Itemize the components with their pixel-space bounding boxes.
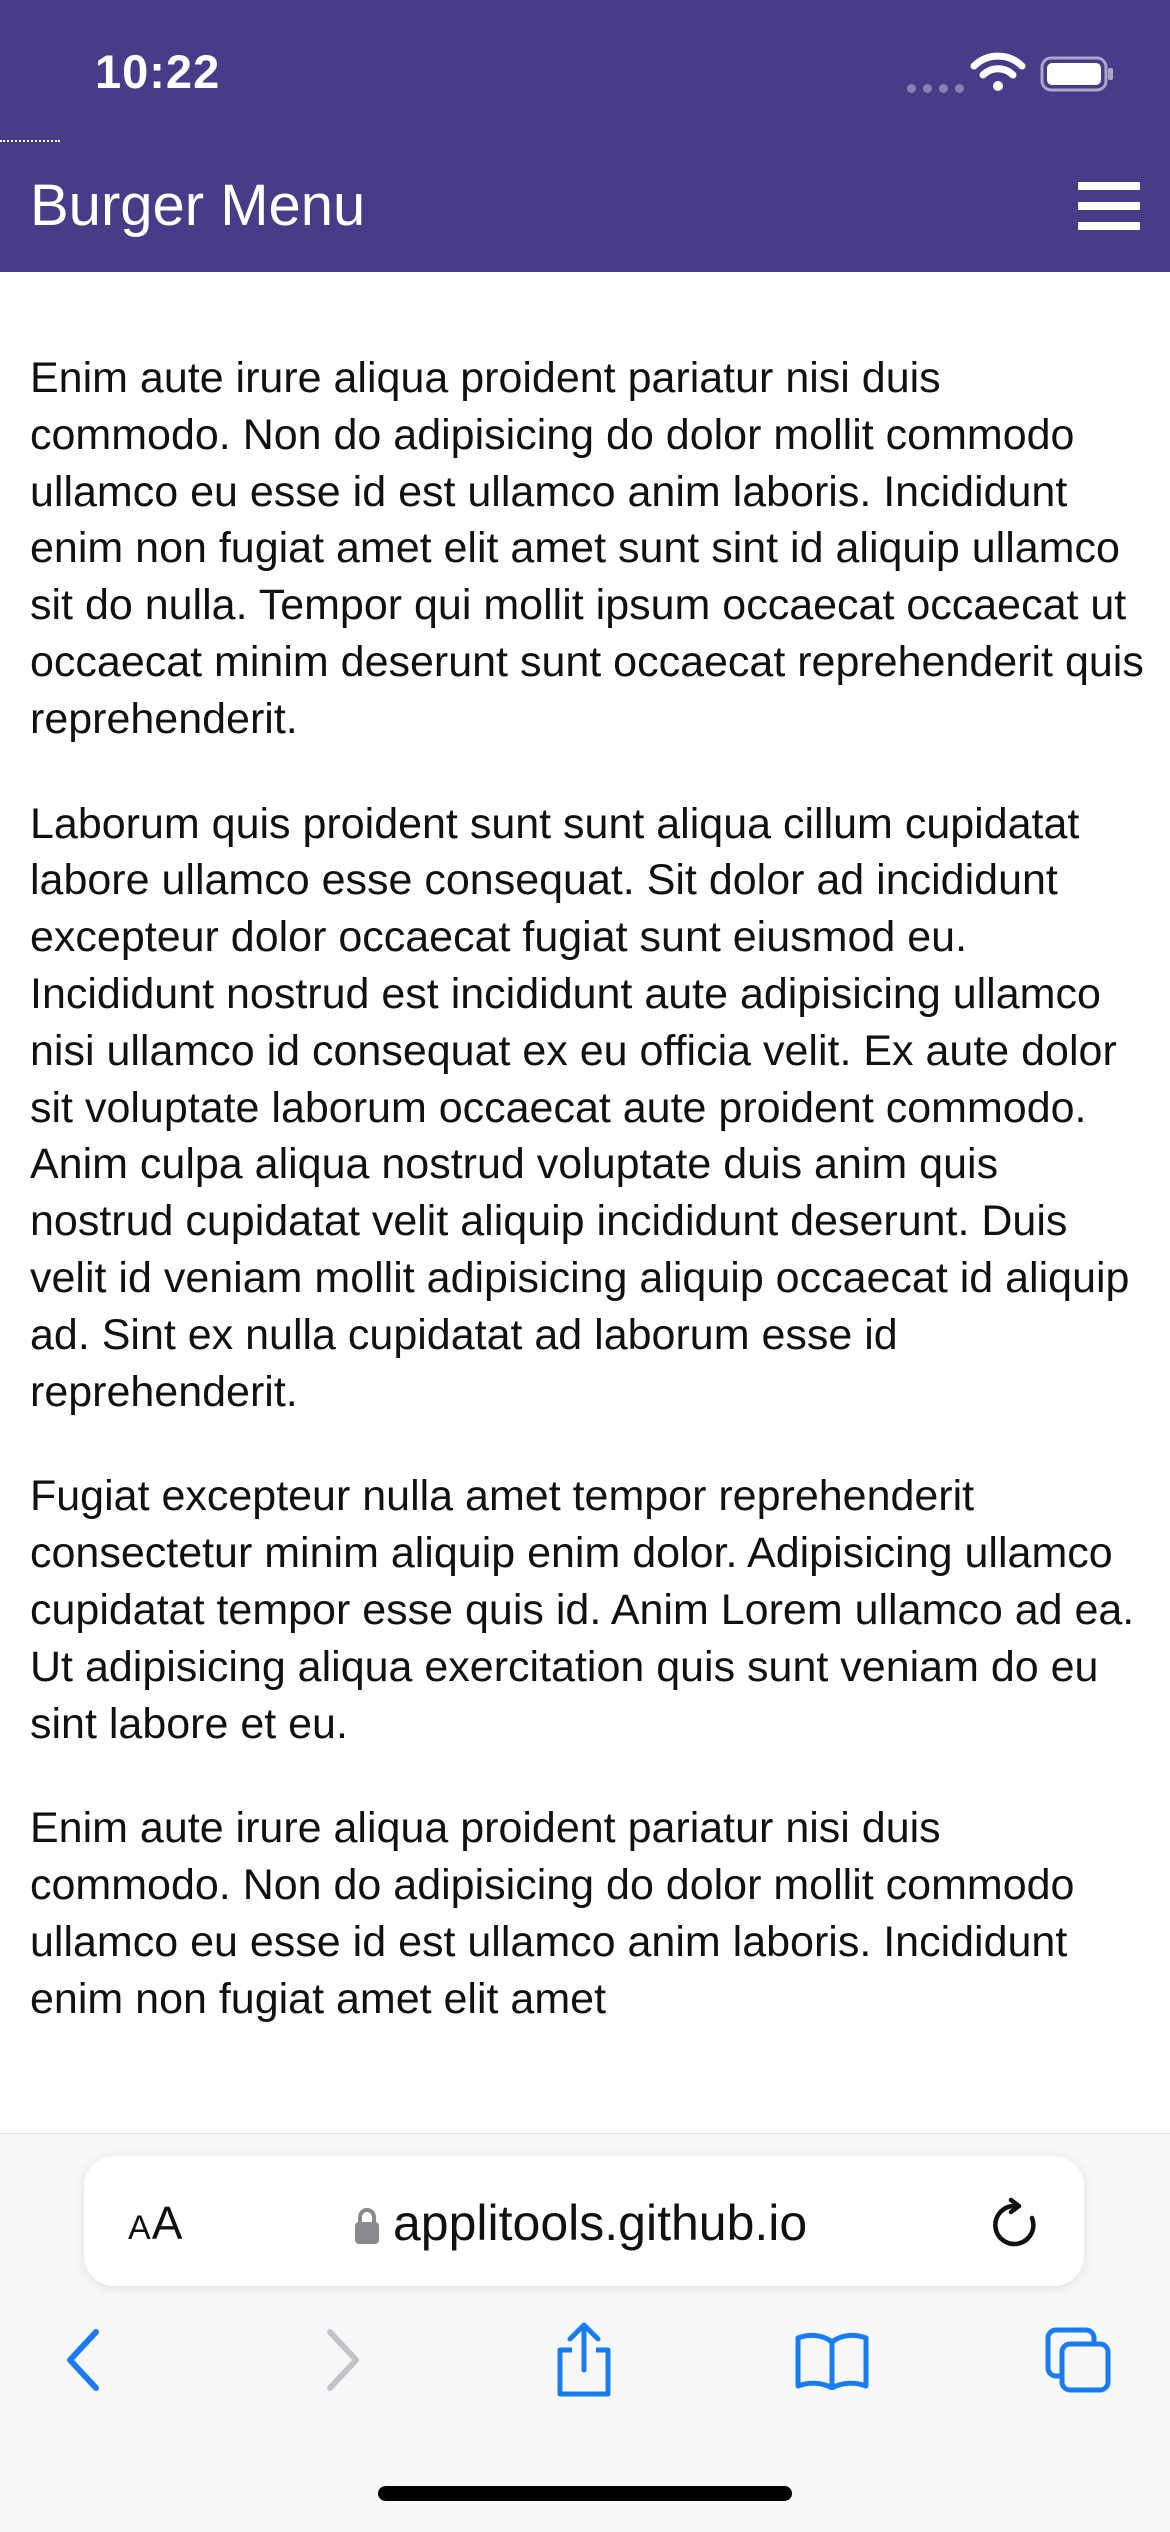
- text-size-button[interactable]: AA: [128, 2196, 183, 2250]
- bookmarks-icon[interactable]: [794, 2330, 870, 2390]
- url-text[interactable]: applitools.github.io: [393, 2194, 807, 2252]
- status-time: 10:22: [95, 45, 221, 98]
- article-content: Enim aute irure aliqua proident pariatur…: [30, 350, 1145, 2120]
- cellular-signal-icon: [907, 84, 964, 93]
- page-title: Burger Menu: [30, 173, 366, 238]
- back-icon[interactable]: [64, 2328, 104, 2392]
- paragraph: Fugiat excepteur nulla amet tempor repre…: [30, 1472, 1135, 1748]
- lock-icon: [355, 2208, 379, 2244]
- screen: 10:22 Burger Menu Enim aute irure aliqua…: [0, 0, 1170, 2532]
- reload-icon[interactable]: [990, 2196, 1040, 2250]
- tabs-icon[interactable]: [1044, 2326, 1114, 2396]
- paragraph: Enim aute irure aliqua proident pariatur…: [30, 1804, 1075, 2023]
- app-header: 10:22 Burger Menu: [0, 0, 1170, 272]
- text-size-large-label: A: [151, 2197, 184, 2249]
- home-indicator: [378, 2486, 792, 2501]
- paragraph: Enim aute irure aliqua proident pariatur…: [30, 354, 1144, 743]
- hamburger-icon[interactable]: [1078, 178, 1142, 236]
- share-icon[interactable]: [552, 2320, 616, 2400]
- text-size-small-label: A: [128, 2209, 152, 2247]
- forward-icon[interactable]: [322, 2328, 362, 2392]
- battery-icon: [1040, 56, 1113, 92]
- paragraph: Laborum quis proident sunt sunt aliqua c…: [30, 799, 1130, 1416]
- wifi-icon: [970, 52, 1026, 91]
- divider: [0, 140, 60, 142]
